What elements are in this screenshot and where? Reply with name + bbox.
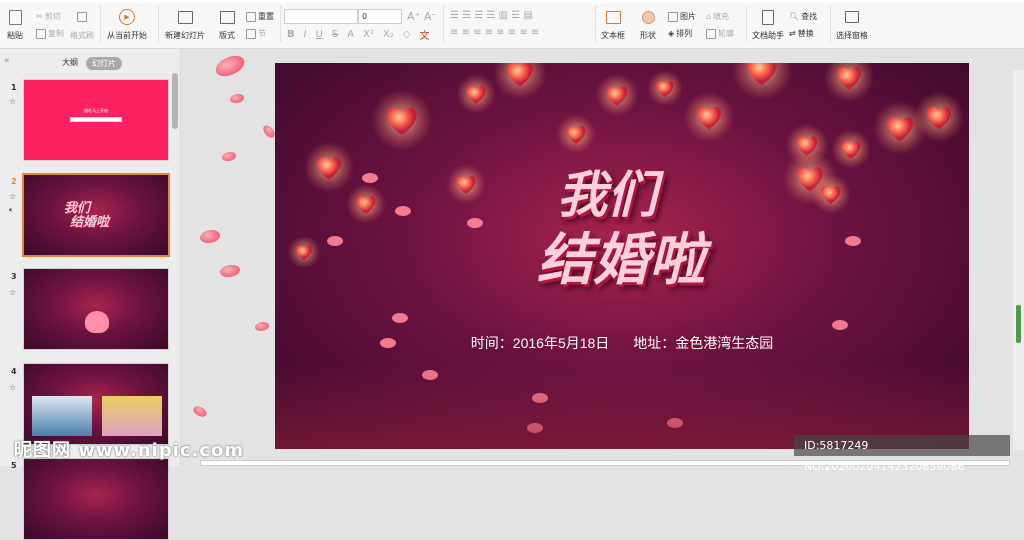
align-buttons[interactable]: ≡ ≡ ≡ ≡ ≡ ≡ ≡ ≡ bbox=[450, 27, 539, 38]
text-box-icon bbox=[604, 8, 622, 26]
petal-decoration bbox=[213, 53, 247, 79]
play-icon: ▶ bbox=[118, 8, 136, 26]
petal-decoration bbox=[220, 265, 240, 277]
shape-button[interactable]: 形状 bbox=[639, 8, 657, 41]
slide-thumbnail-3[interactable] bbox=[23, 268, 169, 350]
picture-icon bbox=[668, 11, 678, 22]
thumb-photo bbox=[102, 396, 162, 436]
petal-decoration bbox=[200, 230, 220, 243]
picture-button[interactable]: 图片 bbox=[668, 11, 696, 22]
sound-icon: 🔈︎ bbox=[9, 205, 14, 214]
font-style-buttons[interactable]: B I U S A X² X₂ ◇ 文 bbox=[287, 27, 430, 42]
brush-icon bbox=[73, 8, 91, 26]
panel-scrollbar[interactable] bbox=[172, 73, 178, 129]
slide-time: 时间：2016年5月18日 bbox=[470, 335, 610, 351]
section-icon bbox=[246, 28, 256, 39]
thumb-title: 结婚啦 bbox=[70, 215, 110, 230]
paste-button[interactable]: 粘贴 bbox=[6, 8, 24, 41]
text-box-button[interactable]: 文本框 bbox=[601, 8, 625, 41]
animation-star-icon: ☆ bbox=[9, 288, 17, 297]
selection-pane-icon bbox=[843, 8, 861, 26]
new-slide-icon bbox=[176, 8, 194, 26]
slide-thumbnail-5[interactable] bbox=[23, 458, 169, 540]
slide-panel: « 大纲 幻灯片 1 ☆ 婚礼马上开始 2 ☆ 🔈︎ 我们 结婚啦 3 ☆ 4 … bbox=[0, 49, 181, 540]
outline-button[interactable]: 轮廓 bbox=[706, 28, 734, 39]
find-button[interactable]: 🔍︎ 查找 bbox=[789, 11, 817, 22]
arrange-button[interactable]: ◈ 排列 bbox=[668, 28, 692, 39]
list-buttons[interactable]: ☰ ☰ ☰ ☰ ▥ ☰ ▤ bbox=[450, 10, 533, 21]
font-size-select[interactable]: 0 bbox=[358, 9, 402, 24]
slide-thumbnail-4[interactable] bbox=[23, 363, 169, 445]
petal bbox=[467, 218, 483, 228]
slide-number: 2 bbox=[11, 177, 17, 186]
font-size-buttons[interactable]: A⁺ A⁻ bbox=[407, 10, 437, 23]
slide-info: 时间：2016年5月18日 地址：金色港湾生态园 bbox=[275, 333, 969, 353]
replace-icon: ⇄ bbox=[789, 29, 796, 38]
thumb-progress-bar bbox=[70, 117, 122, 122]
layers-icon: ◈ bbox=[668, 29, 675, 38]
shape-icon bbox=[639, 8, 657, 26]
search-icon: 🔍︎ bbox=[789, 12, 800, 21]
petal-decoration bbox=[230, 94, 244, 103]
petal bbox=[395, 206, 411, 216]
new-slide-button[interactable]: 新建幻灯片 bbox=[165, 8, 205, 41]
slide-number: 3 bbox=[11, 272, 17, 281]
animation-star-icon: ☆ bbox=[9, 383, 17, 392]
watermark-id: ID:5817249 NO:20200204142320659086 bbox=[794, 435, 1010, 473]
collapse-panel-button[interactable]: « bbox=[4, 56, 10, 66]
slide-title-line2: 结婚啦 bbox=[537, 227, 705, 293]
petal-decoration bbox=[191, 403, 209, 420]
font-name-select[interactable] bbox=[284, 9, 358, 24]
fill-button[interactable]: ⌂ 填充 bbox=[706, 11, 729, 22]
ribbon-toolbar: 粘贴 ✂ 剪切 复制 格式刷 ▶ 从当前开始 新建幻灯片 版式 重置 节 0 A⁺ … bbox=[0, 0, 1024, 49]
selection-pane-button[interactable]: 选择窗格 bbox=[836, 8, 868, 41]
petal-decoration bbox=[255, 322, 269, 331]
slide-thumbnail-1[interactable]: 婚礼马上开始 bbox=[23, 79, 169, 161]
clipboard-icon bbox=[6, 8, 24, 26]
tab-slides[interactable]: 幻灯片 bbox=[86, 57, 122, 70]
petal-decoration bbox=[222, 152, 236, 161]
section-button[interactable]: 节 bbox=[246, 28, 266, 39]
petal bbox=[832, 320, 848, 330]
thumb-photo bbox=[32, 396, 92, 436]
petal bbox=[362, 173, 378, 183]
petal bbox=[392, 313, 408, 323]
format-painter-button[interactable]: 格式刷 bbox=[70, 8, 94, 41]
animation-star-icon: ☆ bbox=[9, 192, 17, 201]
petal bbox=[327, 236, 343, 246]
scissors-icon: ✂ bbox=[36, 12, 43, 21]
layout-icon bbox=[218, 8, 236, 26]
slide-address: 地址：金色港湾生态园 bbox=[633, 335, 774, 351]
reset-button[interactable]: 重置 bbox=[246, 11, 274, 22]
slide-canvas[interactable]: 我们 结婚啦 时间：2016年5月18日 地址：金色港湾生态园 bbox=[275, 63, 969, 449]
doc-assistant-button[interactable]: 文档助手 bbox=[752, 8, 784, 41]
thumb-heart-image bbox=[85, 311, 109, 333]
slide-number: 4 bbox=[11, 367, 17, 376]
petal bbox=[845, 236, 861, 246]
reset-icon bbox=[246, 11, 256, 22]
outline-icon bbox=[706, 28, 716, 39]
layout-button[interactable]: 版式 bbox=[218, 8, 236, 41]
copy-icon bbox=[36, 28, 46, 39]
animation-star-icon: ☆ bbox=[9, 97, 17, 106]
watermark-logo: 昵图网 www.nipic.com bbox=[14, 440, 245, 461]
editor-scrollbar-thumb[interactable] bbox=[1016, 305, 1021, 343]
slide-number: 1 bbox=[11, 83, 17, 92]
slide-thumbnail-2[interactable]: 我们 结婚啦 bbox=[22, 173, 170, 257]
thumb-text: 婚礼马上开始 bbox=[84, 108, 108, 113]
tab-outline[interactable]: 大纲 bbox=[62, 57, 78, 68]
editor-scrollbar[interactable] bbox=[1013, 70, 1024, 450]
cut-button[interactable]: ✂ 剪切 bbox=[36, 11, 61, 22]
doc-assistant-icon bbox=[759, 8, 777, 26]
play-from-current-button[interactable]: ▶ 从当前开始 bbox=[107, 8, 147, 41]
fill-icon: ⌂ bbox=[706, 12, 712, 21]
copy-button[interactable]: 复制 bbox=[36, 28, 64, 39]
replace-button[interactable]: ⇄ 替换 bbox=[789, 28, 814, 39]
